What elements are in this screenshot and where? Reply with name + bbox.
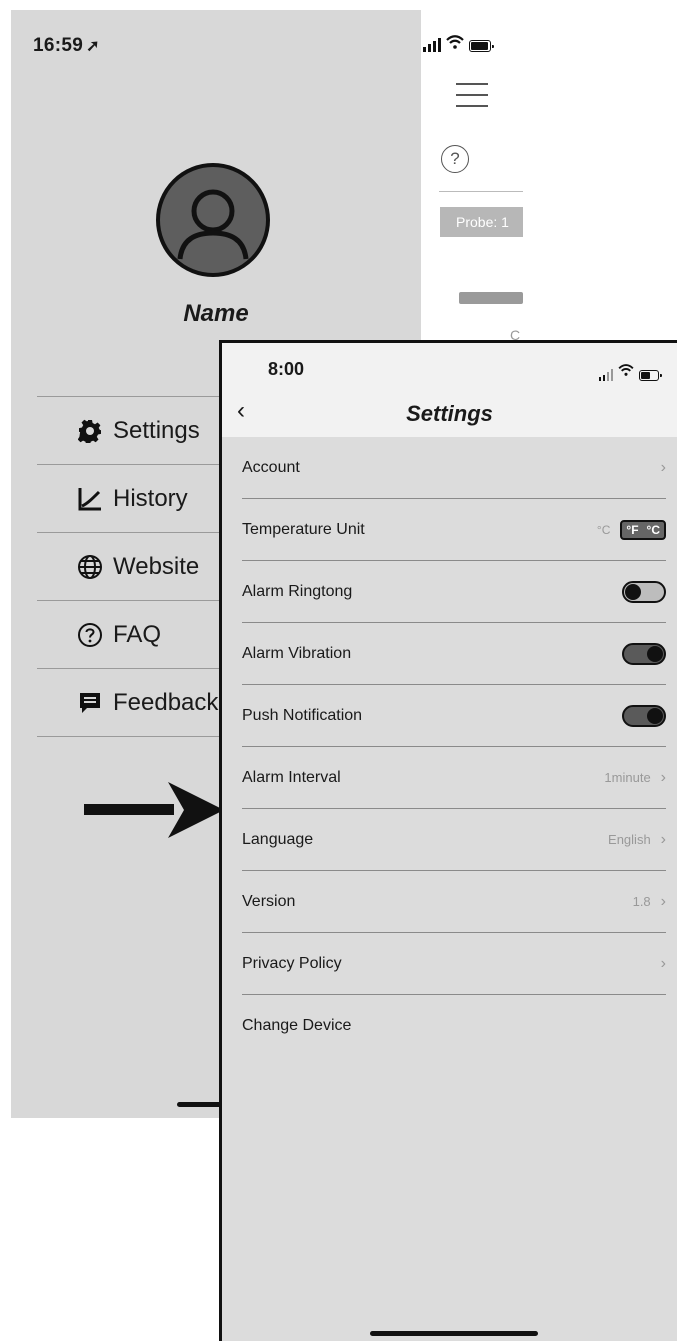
settings-row-alarm-interval[interactable]: Alarm Interval 1minute › [242, 747, 666, 809]
push-notification-toggle[interactable] [622, 704, 666, 727]
row-value: 1minute [604, 770, 651, 785]
row-label: Temperature Unit [242, 520, 365, 538]
status-icons [599, 363, 662, 381]
signal-icon [599, 369, 613, 381]
globe-icon [77, 554, 103, 580]
row-label: Push Notification [242, 706, 363, 724]
settings-row-version[interactable]: Version 1.8 › [242, 871, 666, 933]
menu-icon[interactable] [456, 83, 488, 116]
toggle-knob [647, 645, 663, 662]
row-label: Alarm Interval [242, 768, 341, 786]
avatar[interactable] [156, 163, 270, 277]
location-arrow-icon: ➚ [86, 38, 100, 55]
row-label: Privacy Policy [242, 954, 342, 972]
divider [439, 191, 523, 192]
person-icon [177, 189, 249, 260]
placeholder-bar [459, 292, 523, 304]
signal-icon [423, 38, 441, 52]
home-indicator [370, 1331, 538, 1336]
settings-row-privacy-policy[interactable]: Privacy Policy › [242, 933, 666, 995]
temperature-unit-switch[interactable]: °F °C [620, 519, 666, 540]
unit-option-f[interactable]: °F [622, 522, 642, 538]
settings-row-change-device[interactable]: Change Device [242, 995, 666, 1057]
settings-row-language[interactable]: Language English › [242, 809, 666, 871]
menu-item-label: History [113, 484, 188, 512]
menu-item-label: FAQ [113, 620, 162, 648]
row-value: English [608, 832, 651, 847]
chevron-right-icon: › [660, 954, 666, 972]
menu-item-label: Settings [113, 416, 200, 444]
status-icons [423, 35, 494, 52]
toggle-knob [625, 583, 641, 600]
row-label: Alarm Vibration [242, 644, 352, 662]
wifi-icon [446, 35, 464, 52]
chevron-right-icon: › [660, 892, 666, 910]
alarm-ringtone-toggle[interactable] [622, 580, 666, 603]
pointer-arrow-icon [84, 782, 224, 838]
settings-row-push-notification: Push Notification [242, 685, 666, 747]
gear-icon [77, 418, 103, 444]
battery-icon [469, 40, 494, 52]
help-icon[interactable]: ? [441, 145, 469, 173]
wifi-icon [618, 363, 634, 381]
status-bar-time: 16:59 ➚ [33, 35, 100, 56]
unit-label: °C [596, 522, 611, 537]
row-label: Change Device [242, 1017, 352, 1034]
row-label: Language [242, 830, 314, 848]
row-value: 1.8 [632, 894, 651, 909]
row-label: Alarm Ringtong [242, 582, 353, 600]
settings-header: 8:00 ‹ Settings [222, 343, 677, 437]
profile-name: Name [183, 300, 249, 327]
status-bar-time: 8:00 [268, 359, 305, 379]
battery-icon [639, 370, 662, 381]
probe-tab[interactable]: Probe: 1 [440, 207, 523, 237]
chevron-right-icon: › [660, 830, 666, 848]
row-label: Version [242, 892, 296, 910]
question-icon [77, 622, 103, 648]
settings-row-alarm-ringtong: Alarm Ringtong [242, 561, 666, 623]
row-label: Account [242, 458, 300, 476]
feedback-icon [77, 690, 103, 716]
menu-item-label: Feedback [113, 688, 219, 716]
page-title: Settings [406, 401, 493, 426]
toggle-knob [647, 707, 663, 724]
settings-list: Account › Temperature Unit °C °F °C Alar… [242, 437, 666, 1057]
chevron-right-icon: › [660, 458, 666, 476]
unit-option-c[interactable]: °C [643, 522, 664, 538]
menu-item-label: Website [113, 552, 200, 580]
chevron-right-icon: › [660, 768, 666, 786]
chart-icon [77, 486, 103, 512]
settings-row-account[interactable]: Account › [242, 437, 666, 499]
settings-row-alarm-vibration: Alarm Vibration [242, 623, 666, 685]
alarm-vibration-toggle[interactable] [622, 642, 666, 665]
settings-screen: 8:00 ‹ Settings Account › Temperature Un… [219, 340, 677, 1341]
settings-row-temperature-unit: Temperature Unit °C °F °C [242, 499, 666, 561]
